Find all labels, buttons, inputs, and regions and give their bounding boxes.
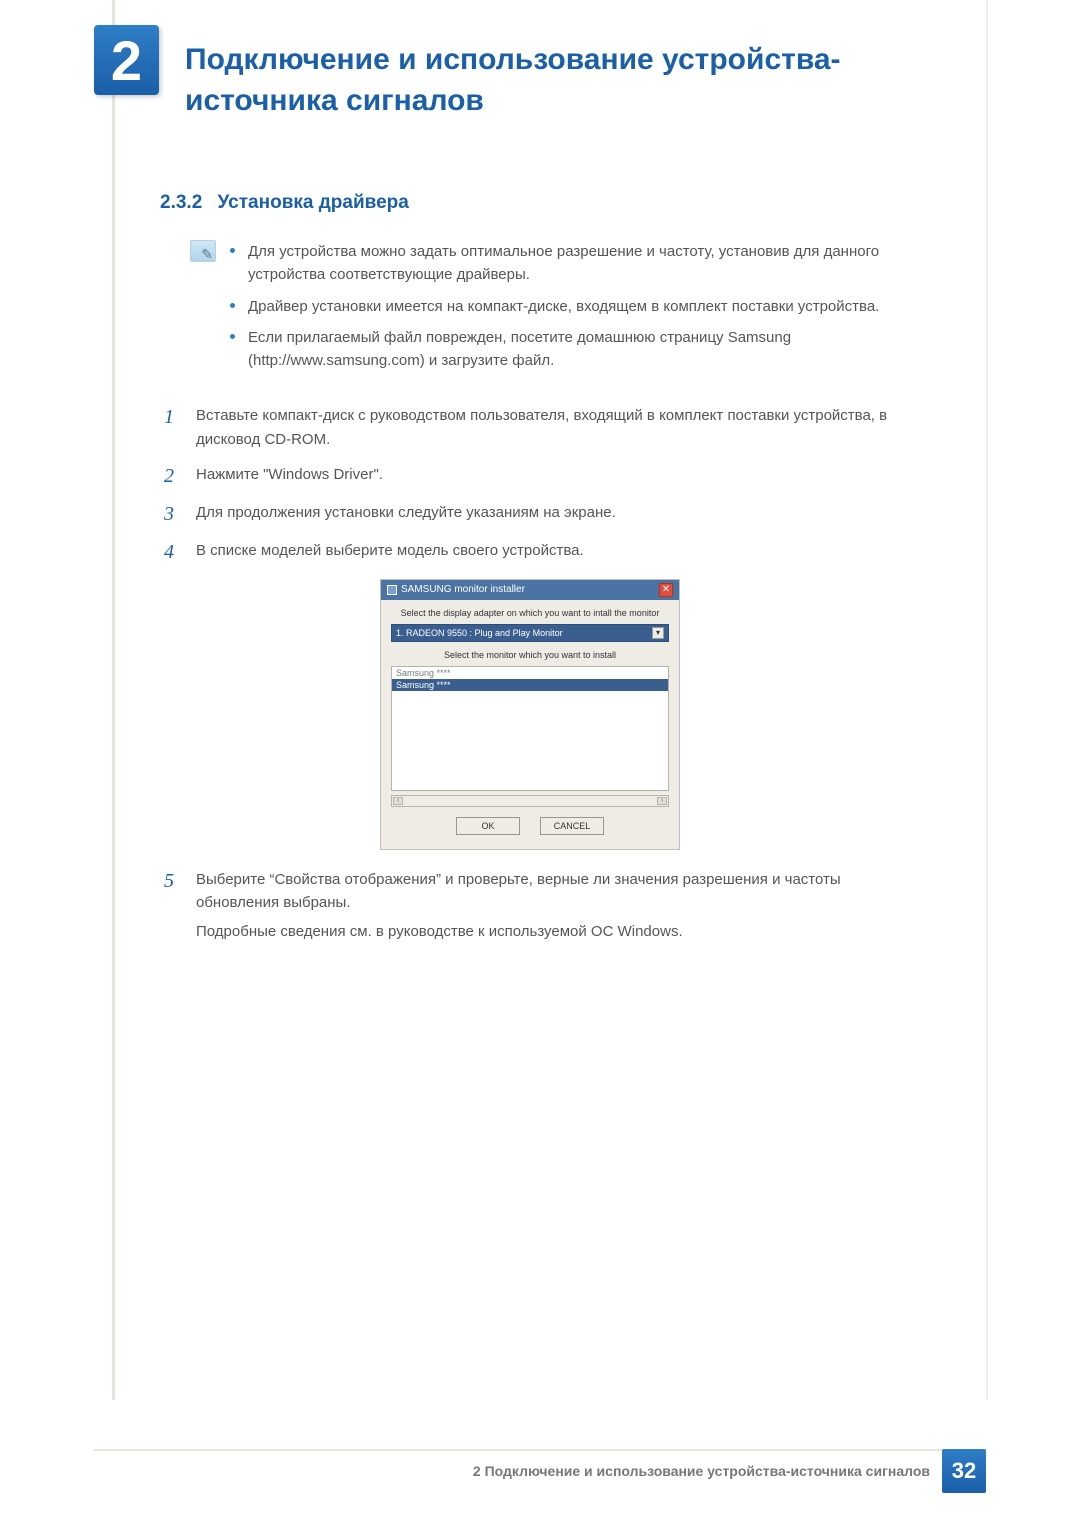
- close-icon[interactable]: ✕: [659, 583, 673, 597]
- adapter-combo-value: 1. RADEON 9550 : Plug and Play Monitor: [396, 628, 563, 638]
- list-item[interactable]: Samsung ****: [392, 667, 668, 679]
- horizontal-scrollbar[interactable]: ‹ ›: [391, 795, 669, 807]
- steps-list-continued: 5 Выберите “Свойства отображения” и пров…: [164, 868, 894, 950]
- scroll-left-icon[interactable]: ‹: [393, 797, 403, 805]
- note-item: Драйвер установки имеется на компакт-дис…: [230, 295, 890, 318]
- note-block: Для устройства можно задать оптимальное …: [190, 240, 890, 380]
- step-number: 2: [164, 463, 182, 489]
- step-text: Выберите “Свойства отображения” и провер…: [196, 868, 894, 950]
- section-title: Установка драйвера: [218, 192, 409, 213]
- dialog-titlebar: SAMSUNG monitor installer ✕: [381, 580, 679, 600]
- chevron-down-icon[interactable]: ▾: [652, 627, 664, 639]
- step-4: 4 В списке моделей выберите модель своег…: [164, 539, 894, 565]
- adapter-label: Select the display adapter on which you …: [391, 608, 669, 618]
- list-item[interactable]: Samsung ****: [392, 679, 668, 691]
- step-number: 1: [164, 404, 182, 451]
- step-3: 3 Для продолжения установки следуйте ука…: [164, 501, 894, 527]
- vertical-rule: [112, 0, 115, 1400]
- step-number: 4: [164, 539, 182, 565]
- monitor-listbox[interactable]: Samsung **** Samsung ****: [391, 666, 669, 791]
- note-list: Для устройства можно задать оптимальное …: [230, 240, 890, 380]
- step-5: 5 Выберите “Свойства отображения” и пров…: [164, 868, 894, 950]
- adapter-combo[interactable]: 1. RADEON 9550 : Plug and Play Monitor ▾: [391, 624, 669, 642]
- page: 2 Подключение и использование устройства…: [0, 0, 1080, 1527]
- section-heading: 2.3.2 Установка драйвера: [160, 192, 900, 214]
- step-text: Нажмите "Windows Driver".: [196, 463, 894, 489]
- right-margin-rule: [986, 0, 988, 1400]
- chapter-number-badge: 2: [94, 25, 159, 95]
- step-text-line: Выберите “Свойства отображения” и провер…: [196, 868, 894, 915]
- note-item: Если прилагаемый файл поврежден, посетит…: [230, 326, 890, 373]
- dialog-title: SAMSUNG monitor installer: [401, 584, 525, 595]
- note-item: Для устройства можно задать оптимальное …: [230, 240, 890, 287]
- chapter-title: Подключение и использование устройства-и…: [185, 40, 905, 121]
- step-text: Для продолжения установки следуйте указа…: [196, 501, 894, 527]
- step-text: В списке моделей выберите модель своего …: [196, 539, 894, 565]
- step-text: Вставьте компакт-диск с руководством пол…: [196, 404, 894, 451]
- titlebar-left: SAMSUNG monitor installer: [387, 584, 525, 595]
- scroll-right-icon[interactable]: ›: [657, 797, 667, 805]
- dialog-button-row: OK CANCEL: [391, 817, 669, 839]
- monitor-label: Select the monitor which you want to ins…: [391, 650, 669, 660]
- step-2: 2 Нажмите "Windows Driver".: [164, 463, 894, 489]
- note-icon: [190, 240, 216, 262]
- cancel-button[interactable]: CANCEL: [540, 817, 604, 835]
- step-1: 1 Вставьте компакт-диск с руководством п…: [164, 404, 894, 451]
- page-number-badge: 32: [942, 1449, 986, 1493]
- step-text-line: Подробные сведения см. в руководстве к и…: [196, 920, 894, 943]
- section-content: 2.3.2 Установка драйвера Для устройства …: [160, 192, 900, 962]
- installer-dialog: SAMSUNG monitor installer ✕ Select the d…: [380, 579, 680, 850]
- app-icon: [387, 585, 397, 595]
- page-footer: 2 Подключение и использование устройства…: [0, 1449, 1080, 1493]
- ok-button[interactable]: OK: [456, 817, 520, 835]
- dialog-body: Select the display adapter on which you …: [381, 600, 679, 849]
- section-number: 2.3.2: [160, 192, 202, 213]
- step-number: 3: [164, 501, 182, 527]
- footer-chapter-text: 2 Подключение и использование устройства…: [473, 1463, 930, 1479]
- step-number: 5: [164, 868, 182, 950]
- steps-list: 1 Вставьте компакт-диск с руководством п…: [164, 404, 894, 565]
